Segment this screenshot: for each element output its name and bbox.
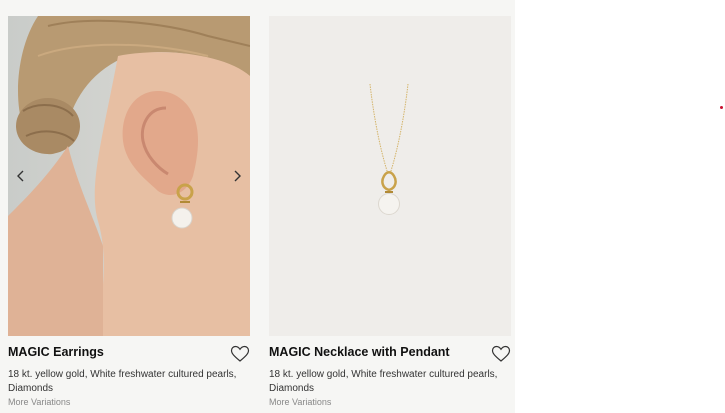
product-image-earrings[interactable] <box>8 16 250 336</box>
product-name[interactable]: MAGIC Necklace with Pendant <box>269 345 450 359</box>
earrings-model-photo <box>8 16 250 336</box>
chevron-left-icon <box>17 170 24 182</box>
product-card-necklace[interactable]: MAGIC Necklace with Pendant 18 kt. yello… <box>269 16 511 407</box>
wishlist-button[interactable] <box>491 345 511 363</box>
carousel-prev-button[interactable] <box>11 166 31 186</box>
indicator-dot <box>720 106 723 109</box>
wishlist-button[interactable] <box>230 345 250 363</box>
product-name[interactable]: MAGIC Earrings <box>8 345 104 359</box>
product-image-necklace[interactable] <box>269 16 511 336</box>
chevron-right-icon <box>234 170 241 182</box>
more-variations-link[interactable]: More Variations <box>269 397 511 407</box>
necklace-product-photo <box>369 83 409 215</box>
product-description: 18 kt. yellow gold, White freshwater cul… <box>269 369 498 394</box>
heart-outline-icon <box>230 345 250 362</box>
carousel-next-button[interactable] <box>227 166 247 186</box>
more-variations-link[interactable]: More Variations <box>8 397 250 407</box>
product-card-earrings[interactable]: MAGIC Earrings 18 kt. yellow gold, White… <box>8 16 250 407</box>
heart-outline-icon <box>491 345 511 362</box>
product-description: 18 kt. yellow gold, White freshwater cul… <box>8 369 237 394</box>
